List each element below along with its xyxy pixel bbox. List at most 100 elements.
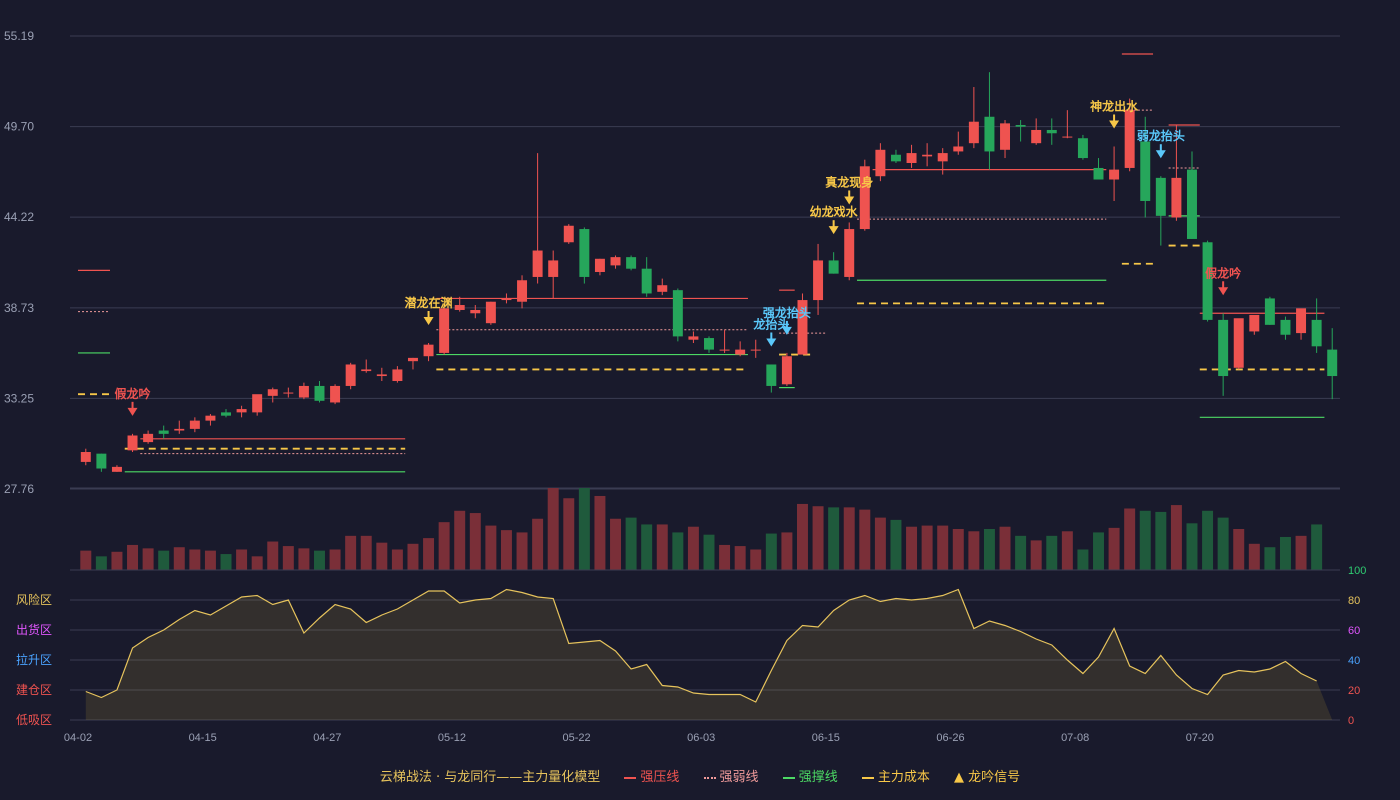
candle-body xyxy=(111,466,122,472)
candle-body xyxy=(501,298,512,301)
candle-body xyxy=(750,349,761,351)
candle-body xyxy=(594,258,605,272)
volume-bar xyxy=(485,525,497,570)
legend-weak-resistance[interactable]: 强弱线 xyxy=(703,766,759,785)
legend-label: 强弱线 xyxy=(719,770,759,785)
volume-bar xyxy=(1279,536,1291,570)
volume-bar xyxy=(1186,523,1198,570)
volume-bar xyxy=(438,522,450,570)
volume-bar xyxy=(1030,540,1042,570)
volume-bar xyxy=(641,524,653,570)
candle-body xyxy=(236,409,247,413)
legend-strong-resistance[interactable]: 强压线 xyxy=(624,766,679,785)
volume-bar xyxy=(937,525,949,570)
price-axis-tick: 49.70 xyxy=(4,120,34,134)
volume-bar xyxy=(921,525,933,570)
chart-stage: 55.19 49.70 44.22 38.73 33.25 27.76 假龙吟 潜龙在渊 龙抬头… xyxy=(0,0,1400,800)
candle-body xyxy=(1109,169,1120,180)
volume-bar xyxy=(610,518,622,570)
candle-body xyxy=(672,290,683,337)
candle-body xyxy=(1249,314,1260,332)
volume-bar xyxy=(189,549,201,570)
candle-body xyxy=(844,229,855,277)
legend-title: 云梯战法 · 与龙同行——主力量化模型 xyxy=(379,770,601,785)
volume-bar xyxy=(765,533,777,570)
candle-body xyxy=(610,257,621,266)
price-axis-tick: 27.76 xyxy=(4,482,34,496)
candle-body xyxy=(1124,110,1135,168)
x-axis-tick: 06-26 xyxy=(936,732,964,744)
volume-bar xyxy=(407,543,419,570)
legend-signal[interactable]: ▲ 龙吟信号 xyxy=(954,766,1020,785)
candle-body xyxy=(813,260,824,301)
x-axis-tick: 06-03 xyxy=(687,732,715,744)
candle-body xyxy=(267,389,278,396)
chart-legend: 云梯战法 · 与龙同行——主力量化模型 强压线 强弱线 强撑线 主力成本 ▲ 龙… xyxy=(0,766,1400,785)
candle-body xyxy=(189,420,200,429)
volume-bar xyxy=(516,532,528,570)
x-axis-tick: 04-02 xyxy=(64,732,92,744)
legend-strong-support[interactable]: 强撑线 xyxy=(782,766,838,785)
volume-bar xyxy=(1233,529,1245,570)
volume-bar xyxy=(95,556,107,570)
indicator-zone-label: 风险区 xyxy=(16,592,52,607)
candle-body xyxy=(470,309,481,314)
candle-body xyxy=(158,430,169,434)
volume-bar xyxy=(703,534,715,570)
volume-bar xyxy=(532,518,544,570)
legend-label: 强压线 xyxy=(640,770,680,785)
signal-label: 弱龙抬头 xyxy=(1137,128,1185,143)
indicator-zone-label: 拉升区 xyxy=(16,652,52,667)
x-axis-tick: 05-12 xyxy=(438,732,466,744)
candle-body xyxy=(579,229,590,277)
signal-label: 假龙吟 xyxy=(115,386,151,401)
volume-bar xyxy=(1093,532,1104,570)
volume-bar xyxy=(563,498,575,570)
candle-body xyxy=(532,250,543,277)
volume-bar xyxy=(329,549,341,570)
volume-bar xyxy=(298,548,310,570)
volume-bar xyxy=(687,526,699,570)
legend-label: 主力成本 xyxy=(877,770,930,785)
candle-body xyxy=(1062,136,1073,138)
x-axis-tick: 04-15 xyxy=(189,732,217,744)
candle-body xyxy=(252,394,263,413)
indicator-axis-tick: 40 xyxy=(1348,655,1360,667)
candle-body xyxy=(143,433,154,443)
volume-bar xyxy=(142,548,154,570)
indicator-axis-tick: 0 xyxy=(1348,715,1354,727)
volume-bar xyxy=(80,550,92,570)
candle-body xyxy=(1031,129,1042,144)
candle-body xyxy=(1327,349,1338,377)
triangle-icon: ▲ xyxy=(954,770,964,785)
volume-bar xyxy=(282,546,294,570)
volume-bar xyxy=(251,556,263,570)
legend-label: 龙吟信号 xyxy=(968,770,1021,785)
candle-body xyxy=(968,121,979,144)
price-axis-tick: 55.19 xyxy=(4,29,34,43)
candle-body xyxy=(781,356,792,385)
price-axis-tick: 33.25 xyxy=(4,391,34,405)
x-axis-tick: 06-15 xyxy=(812,732,840,744)
volume-bar xyxy=(1046,535,1058,570)
volume-bar xyxy=(500,530,512,570)
price-axis-tick: 38.73 xyxy=(4,301,34,315)
volume-bar xyxy=(360,535,372,570)
volume-bar xyxy=(204,550,216,570)
x-axis-tick: 07-20 xyxy=(1186,732,1214,744)
candle-body xyxy=(1155,177,1166,216)
volume-bar xyxy=(781,532,793,570)
volume-bar xyxy=(173,547,185,570)
volume-bar xyxy=(952,529,964,570)
price-axis-tick: 44.22 xyxy=(4,210,34,224)
volume-bar xyxy=(111,551,123,570)
candle-body xyxy=(205,415,216,421)
volume-bar xyxy=(656,524,668,570)
candle-body xyxy=(174,428,185,431)
legend-main-cost[interactable]: 主力成本 xyxy=(861,766,930,785)
indicator-axis-tick: 20 xyxy=(1348,685,1360,697)
signal-label: 真龙现身 xyxy=(825,174,873,189)
volume-bar xyxy=(158,550,170,570)
signal-label: 幼龙戏水 xyxy=(810,204,859,219)
candle-body xyxy=(1187,169,1197,239)
